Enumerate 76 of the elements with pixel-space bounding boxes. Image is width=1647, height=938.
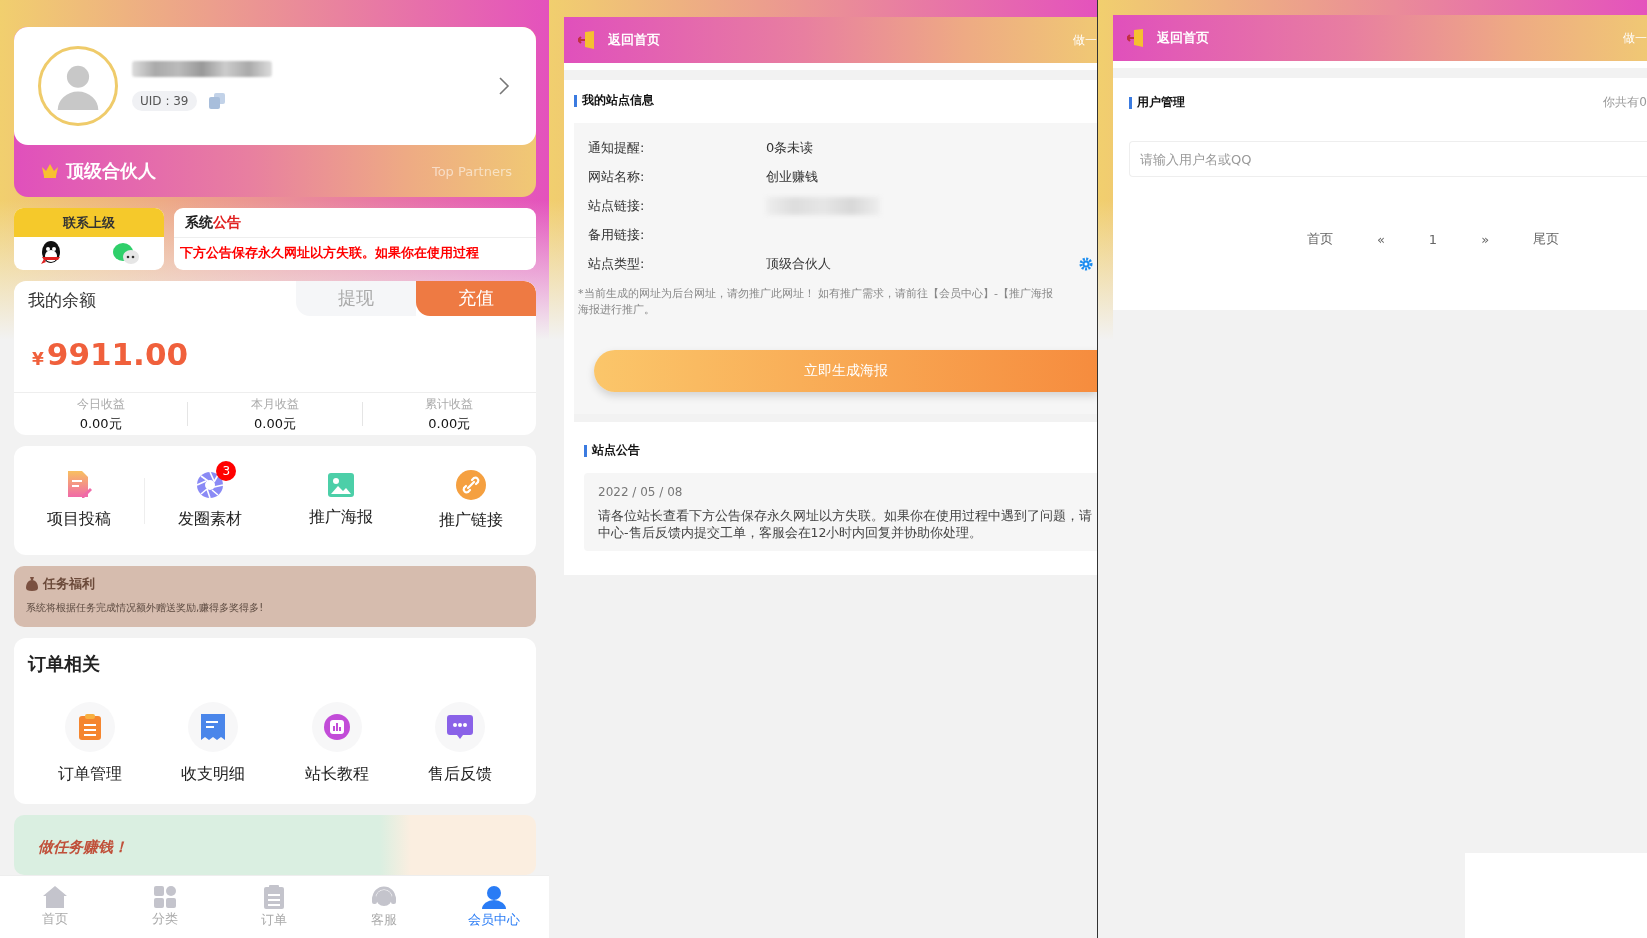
notice-text: 请各位站长查看下方公告保存永久网址以方失联。如果你在使用过程中遇到了问题，请 中心-售后反馈内提交工单，客服会在12小时内回复并协助你处理。 (598, 507, 1093, 541)
announcement-title: 系统公告 (174, 208, 536, 238)
copy-icon[interactable] (208, 93, 225, 109)
pagination-link[interactable]: 首页 (1300, 229, 1339, 249)
exit-door-icon (1127, 29, 1145, 47)
info-label: 站点链接: (588, 196, 646, 215)
grid-icon (153, 886, 176, 908)
section-title: 我的站点信息 (582, 92, 654, 109)
chart-icon (323, 714, 350, 741)
link-icon (455, 470, 486, 501)
chat-bubble-icon[interactable] (112, 242, 139, 265)
info-label: 备用链接: (588, 225, 646, 244)
document-pencil-icon (66, 471, 93, 500)
document-icon (264, 885, 285, 909)
receipt-icon (201, 714, 226, 741)
pagination-link[interactable]: 尾页 (1527, 229, 1566, 249)
aperture-icon (196, 471, 225, 500)
order-item-label[interactable]: 售后反馈 (428, 764, 493, 786)
tier-subtitle: Top Partners (431, 163, 512, 179)
section-title: 用户管理 (1137, 94, 1185, 111)
back-home-link[interactable]: 返回首页 (1157, 29, 1611, 47)
stat-label: 今日收益 (76, 395, 125, 413)
shortcut-label[interactable]: 推广海报 (308, 507, 373, 529)
task-description: 系统将根据任务完成情况额外赠送奖励,赚得多奖得多! (26, 600, 265, 615)
info-value: 0条未读 (766, 138, 815, 157)
clipboard-icon (78, 714, 101, 741)
order-item-label[interactable]: 站长教程 (304, 764, 369, 786)
info-value: 创业赚钱 (766, 167, 819, 186)
balance-title: 我的余额 (27, 288, 97, 312)
uid-label: UID : 39 (132, 91, 197, 111)
shortcut-label[interactable]: 发圈素材 (178, 509, 243, 531)
task-title: 任务福利 (43, 574, 95, 593)
penguin-icon[interactable] (39, 241, 62, 266)
back-home-link[interactable]: 返回首页 (608, 31, 1061, 49)
headset-icon (371, 885, 398, 909)
shortcut-label[interactable]: 推广链接 (438, 510, 503, 532)
shortcut-label[interactable]: 项目投稿 (47, 509, 112, 531)
order-item-label[interactable]: 收支明细 (181, 764, 246, 786)
user-count: 你共有0 (1603, 94, 1647, 111)
contact-title: 联系上级 (14, 208, 164, 237)
info-label: 网站名称: (588, 167, 646, 186)
tier-name: 顶级合伙人 (66, 159, 157, 183)
money-bag-icon (26, 576, 38, 591)
section-title: 站点公告 (592, 442, 640, 459)
orders-title: 订单相关 (28, 652, 101, 677)
info-label: 站点类型: (588, 254, 646, 273)
search-field[interactable]: 请输入用户名或QQ (1129, 141, 1647, 177)
note-text: *当前生成的网址为后台网址，请勿推广此网址！ 如有推广需求，请前往【会员中心】-【推广海报 海报进行推广。 (578, 286, 1054, 318)
count-badge: 3 (216, 461, 237, 482)
announcement-ticker: 下方公告保存永久网址以方失联。如果你在使用过程 (179, 244, 480, 262)
home-icon (42, 886, 67, 908)
info-label: 通知提醒: (588, 138, 646, 157)
chat-icon (447, 715, 474, 740)
notice-date: 2022 / 05 / 08 (598, 485, 684, 499)
crown-icon (42, 164, 58, 178)
person-icon (482, 885, 507, 909)
header-text: 做一 (1623, 29, 1647, 47)
order-item-label[interactable]: 订单管理 (57, 764, 122, 786)
stat-value: 0.00元 (254, 414, 296, 433)
pagination-link[interactable]: « (1370, 229, 1391, 249)
promo-title: 做任务赚钱！ (38, 838, 128, 856)
pagination-link[interactable]: 1 (1422, 229, 1444, 249)
stat-label: 本月收益 (251, 395, 299, 413)
exit-door-icon (578, 31, 596, 49)
nav-item[interactable]: 会员中心 (439, 876, 549, 938)
chevron-right-icon (498, 76, 510, 96)
stat-label: 累计收益 (425, 395, 474, 413)
pagination-link[interactable]: » (1475, 229, 1496, 249)
profile-card[interactable]: UID : 39 (14, 27, 536, 145)
balance-amount: ¥9911.00 (31, 334, 190, 374)
image-icon (327, 473, 354, 498)
header-text: 做一 (1073, 31, 1097, 49)
settings-icon[interactable] (1079, 256, 1093, 271)
info-value: 顶级合伙人 (766, 254, 832, 273)
stat-value: 0.00元 (428, 414, 471, 433)
stat-value: 0.00元 (79, 414, 122, 433)
